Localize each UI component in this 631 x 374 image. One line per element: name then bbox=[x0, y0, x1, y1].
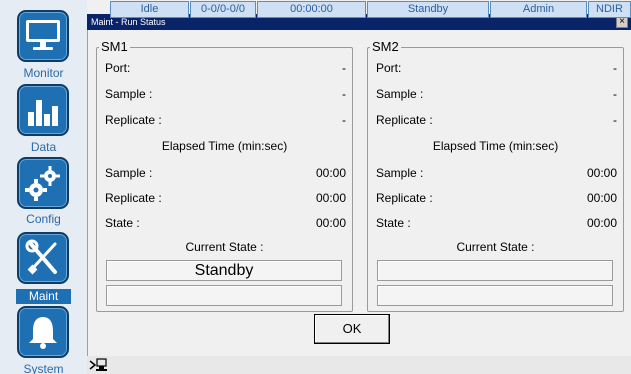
status-timer: 00:00:00 bbox=[257, 1, 366, 18]
nav-label-config[interactable]: Config bbox=[0, 212, 87, 226]
sm2-replicate-label: Replicate : bbox=[376, 113, 433, 127]
sm1-sample-label: Sample : bbox=[105, 87, 153, 101]
gears-icon bbox=[25, 166, 60, 201]
sm1-replicate-label: Replicate : bbox=[105, 113, 162, 127]
status-mode: Idle bbox=[110, 1, 189, 18]
sm2-sample-value: - bbox=[613, 87, 617, 101]
sm2-sample-label: Sample : bbox=[376, 87, 424, 101]
sm2-secondary-state-box bbox=[377, 285, 613, 306]
sm2-current-state-heading: Current State : bbox=[456, 240, 535, 254]
sm1-current-state-heading: Current State : bbox=[185, 240, 264, 254]
sm1-elapsed-heading: Elapsed Time (min:sec) bbox=[161, 139, 288, 153]
sm1-state-label: State : bbox=[105, 216, 140, 230]
nav-button-system[interactable] bbox=[17, 306, 69, 358]
sm1-panel-title: SM1 bbox=[99, 39, 130, 55]
nav-button-config[interactable] bbox=[17, 157, 69, 209]
ok-button[interactable]: OK bbox=[314, 314, 390, 344]
nav-button-maint[interactable] bbox=[17, 232, 69, 284]
bar-chart-icon bbox=[28, 100, 58, 126]
sm1-replicate-value: - bbox=[342, 113, 346, 127]
nav-label-system[interactable]: System bbox=[0, 362, 87, 374]
sm1-secondary-state-box bbox=[106, 285, 342, 306]
nav-button-data[interactable] bbox=[17, 84, 69, 136]
sm1-et-sample-label: Sample : bbox=[105, 166, 153, 180]
sm1-port-value: - bbox=[342, 61, 346, 75]
sm1-panel: Port: - Sample : - Replicate : - Elapsed… bbox=[96, 47, 353, 312]
sm2-elapsed-heading: Elapsed Time (min:sec) bbox=[432, 139, 559, 153]
sm2-panel: Port: - Sample : - Replicate : - Elapsed… bbox=[367, 47, 624, 312]
sm1-port-label: Port: bbox=[105, 61, 131, 75]
status-counter: 0-0/0-0/0 bbox=[190, 1, 256, 18]
status-detector: NDIR bbox=[588, 1, 631, 18]
sm2-state-label: State : bbox=[376, 216, 411, 230]
sm1-current-state-box: Standby bbox=[106, 260, 342, 281]
status-state: Standby bbox=[367, 1, 489, 18]
nav-label-maint[interactable]: Maint bbox=[16, 289, 71, 304]
nav-label-monitor[interactable]: Monitor bbox=[0, 66, 87, 80]
nav-button-monitor[interactable] bbox=[17, 10, 69, 62]
sm2-port-label: Port: bbox=[376, 61, 402, 75]
sm1-state-value: 00:00 bbox=[315, 216, 346, 230]
left-nav: Monitor Data Config Maint System bbox=[0, 0, 87, 374]
nav-label-data[interactable]: Data bbox=[0, 140, 87, 154]
sm1-et-replicate-value: 00:00 bbox=[315, 191, 346, 205]
sm2-et-replicate-label: Replicate : bbox=[376, 191, 433, 205]
network-plug-icon bbox=[89, 358, 107, 371]
sm1-sample-value: - bbox=[342, 87, 346, 101]
sm2-state-value: 00:00 bbox=[586, 216, 617, 230]
sm2-panel-title: SM2 bbox=[370, 39, 401, 55]
bell-icon bbox=[29, 317, 57, 349]
status-bar bbox=[87, 356, 631, 374]
sm2-replicate-value: - bbox=[613, 113, 617, 127]
status-user[interactable]: Admin bbox=[490, 1, 587, 18]
tools-icon bbox=[25, 239, 57, 275]
sm2-port-value: - bbox=[613, 61, 617, 75]
sm2-et-sample-value: 00:00 bbox=[586, 166, 617, 180]
sm2-et-replicate-value: 00:00 bbox=[586, 191, 617, 205]
monitor-icon bbox=[26, 20, 60, 50]
sm2-et-sample-label: Sample : bbox=[376, 166, 424, 180]
sm1-et-sample-value: 00:00 bbox=[315, 166, 346, 180]
sm1-et-replicate-label: Replicate : bbox=[105, 191, 162, 205]
sm2-current-state-box bbox=[377, 260, 613, 281]
